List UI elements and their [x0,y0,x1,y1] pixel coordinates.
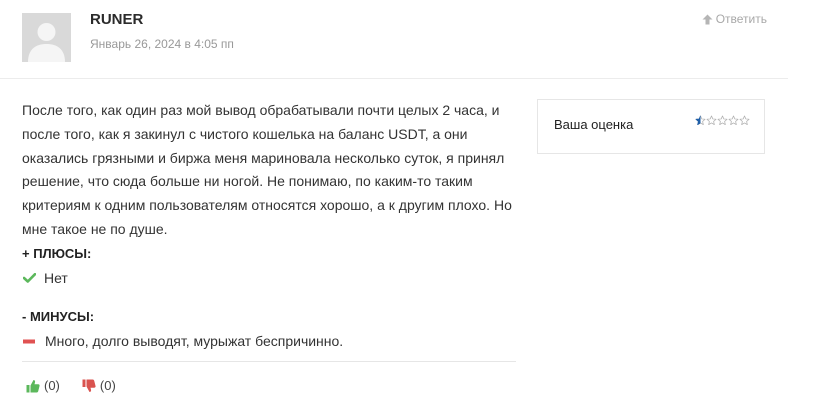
cons-title: - МИНУСЫ: [22,309,95,324]
review-text: После того, как один раз мой вывод обраб… [22,102,512,237]
rating-label: Ваша оценка [554,117,634,132]
dislike-count: (0) [99,378,116,393]
author-name[interactable]: RUNER [90,11,143,28]
up-arrow-icon [702,14,713,24]
vote-bar: (0) (0) [26,378,116,393]
divider [22,361,516,362]
check-icon [22,273,36,283]
comment-date: Январь 26, 2024 в 4:05 пп [90,37,234,51]
avatar [22,13,71,62]
reply-button[interactable]: Ответить [702,12,767,26]
star-1[interactable] [695,115,706,126]
minus-icon [22,339,36,344]
star-3[interactable] [717,115,728,126]
dislike-button[interactable]: (0) [82,378,116,393]
thumbs-up-icon [26,379,40,392]
rating-box: Ваша оценка [537,99,765,154]
cons-item-text: Много, долго выводят, мурыжат беспричинн… [45,333,344,349]
star-2[interactable] [706,115,717,126]
like-count: (0) [44,378,60,393]
pros-item-text: Нет [44,270,68,286]
star-rating[interactable] [695,115,750,126]
pros-item: Нет [22,270,68,286]
star-4[interactable] [728,115,739,126]
like-button[interactable]: (0) [26,378,60,393]
pros-title: + ПЛЮСЫ: [22,246,92,261]
comment-header: RUNER Январь 26, 2024 в 4:05 пп Ответить [0,0,788,79]
reply-label: Ответить [715,12,767,26]
star-5[interactable] [739,115,750,126]
user-silhouette-icon [22,13,71,62]
thumbs-down-icon [82,379,96,392]
cons-item: Много, долго выводят, мурыжат беспричинн… [22,333,343,349]
